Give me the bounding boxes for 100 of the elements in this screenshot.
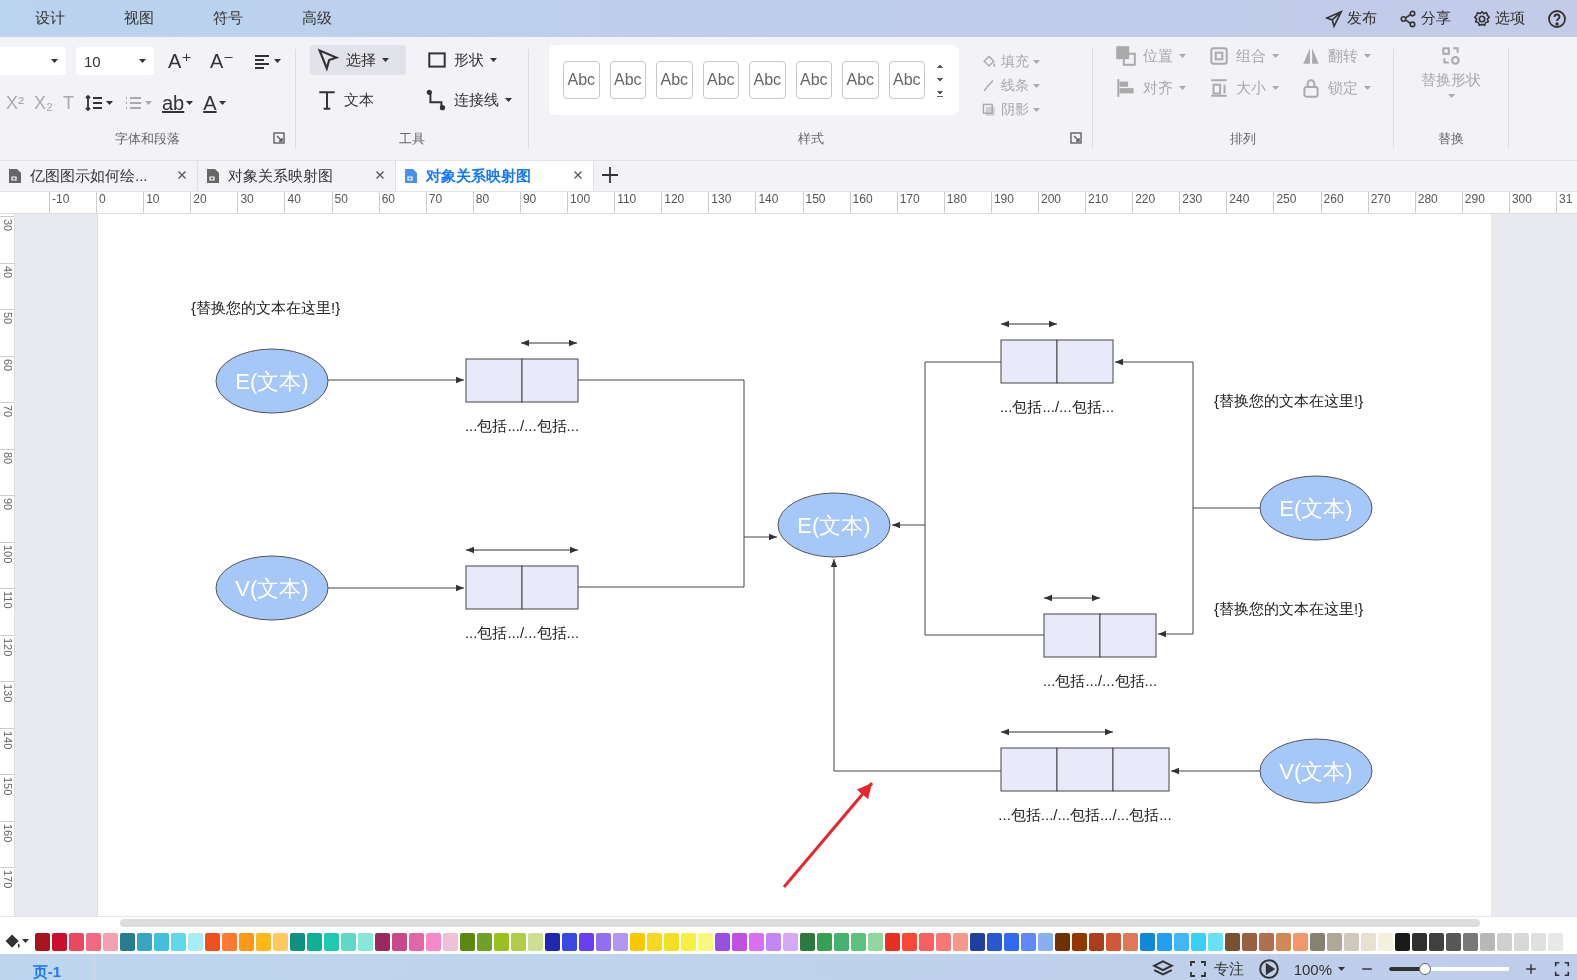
font-name-field[interactable] xyxy=(0,47,66,75)
menu-tab[interactable]: 高级 xyxy=(272,3,361,34)
color-swatch[interactable] xyxy=(749,932,764,951)
scrollbar-thumb[interactable] xyxy=(120,919,1480,927)
style-swatch[interactable]: Abc xyxy=(795,61,832,99)
color-swatch[interactable] xyxy=(103,932,118,951)
zoom-in-icon[interactable] xyxy=(1523,961,1539,977)
help-icon[interactable] xyxy=(1547,8,1567,29)
color-swatch[interactable] xyxy=(1344,932,1359,951)
color-swatch[interactable] xyxy=(1361,932,1376,951)
color-swatch[interactable] xyxy=(1004,932,1019,951)
color-swatch[interactable] xyxy=(817,932,832,951)
color-swatch[interactable] xyxy=(443,932,458,951)
color-swatch[interactable] xyxy=(647,932,662,951)
options-button[interactable]: 选项 xyxy=(1473,9,1525,28)
color-swatch[interactable] xyxy=(1174,932,1189,951)
tool-button[interactable]: 选择 xyxy=(310,45,406,75)
color-swatch[interactable] xyxy=(1531,932,1546,951)
color-swatch[interactable] xyxy=(1310,932,1325,951)
connector-icon[interactable] xyxy=(425,89,448,111)
fullscreen-icon[interactable] xyxy=(1553,960,1571,978)
color-swatch[interactable] xyxy=(222,932,237,951)
style-swatch[interactable]: Abc xyxy=(888,61,925,99)
menu-tab[interactable]: 视图 xyxy=(94,3,183,34)
color-swatch[interactable] xyxy=(1191,932,1206,951)
tool-button[interactable]: 连接线 xyxy=(419,85,528,115)
color-swatch[interactable] xyxy=(494,932,509,951)
style-swatch[interactable]: Abc xyxy=(656,61,693,99)
dialog-launcher-icon[interactable] xyxy=(273,132,285,144)
color-swatch[interactable] xyxy=(1463,932,1478,951)
color-swatch[interactable] xyxy=(681,932,696,951)
color-swatch[interactable] xyxy=(987,932,1002,951)
font-size-step-button[interactable]: A⁻ xyxy=(205,49,238,73)
color-swatch[interactable] xyxy=(426,932,441,951)
color-swatch[interactable] xyxy=(1157,932,1172,951)
color-swatch[interactable] xyxy=(460,932,475,951)
color-swatch[interactable] xyxy=(596,932,611,951)
style-swatch[interactable]: Abc xyxy=(609,61,646,99)
color-swatch[interactable] xyxy=(35,932,50,951)
color-swatch[interactable] xyxy=(1378,932,1393,951)
color-swatch[interactable] xyxy=(1038,932,1053,951)
share-button[interactable]: 分享 xyxy=(1399,9,1451,28)
color-swatch[interactable] xyxy=(562,932,577,951)
style-swatch[interactable]: Abc xyxy=(842,61,879,99)
dialog-launcher-icon[interactable] xyxy=(1070,132,1082,144)
color-swatch[interactable] xyxy=(154,932,169,951)
rectangle-icon[interactable] xyxy=(425,49,448,71)
color-swatch[interactable] xyxy=(613,932,628,951)
color-swatch[interactable] xyxy=(290,932,305,951)
color-swatch[interactable] xyxy=(1514,932,1529,951)
color-swatch[interactable] xyxy=(477,932,492,951)
color-swatch[interactable] xyxy=(732,932,747,951)
menu-tab[interactable]: 设计 xyxy=(5,3,94,34)
text-color-button[interactable]: ab xyxy=(158,91,198,115)
color-swatch[interactable] xyxy=(1072,932,1087,951)
color-swatch[interactable] xyxy=(1259,932,1274,951)
color-swatch[interactable] xyxy=(936,932,951,951)
style-swatch[interactable]: Abc xyxy=(702,61,739,99)
expand-icon[interactable] xyxy=(935,89,945,99)
color-swatch[interactable] xyxy=(800,932,815,951)
color-swatch[interactable] xyxy=(1106,932,1121,951)
color-swatch[interactable] xyxy=(1140,932,1155,951)
color-swatch[interactable] xyxy=(783,932,798,951)
color-swatch[interactable] xyxy=(205,932,220,951)
color-swatch[interactable] xyxy=(1327,932,1342,951)
color-swatch[interactable] xyxy=(1429,932,1444,951)
color-swatch[interactable] xyxy=(137,932,152,951)
color-swatch[interactable] xyxy=(307,932,322,951)
color-swatch[interactable] xyxy=(409,932,424,951)
color-swatch[interactable] xyxy=(579,932,594,951)
text-color-button[interactable]: A xyxy=(199,91,230,115)
menu-tab[interactable]: 符号 xyxy=(183,3,272,34)
document-tab[interactable]: 对象关系映射图 xyxy=(396,161,594,191)
color-swatch[interactable] xyxy=(188,932,203,951)
play-icon[interactable] xyxy=(1257,958,1280,980)
color-swatch[interactable] xyxy=(69,932,84,951)
color-swatch[interactable] xyxy=(392,932,407,951)
font-size-field[interactable]: 10 xyxy=(76,47,154,75)
color-swatch[interactable] xyxy=(86,932,101,951)
color-swatch[interactable] xyxy=(1242,932,1257,951)
tool-button[interactable]: 形状 xyxy=(419,45,528,75)
color-swatch[interactable] xyxy=(766,932,781,951)
color-swatch[interactable] xyxy=(528,932,543,951)
color-swatch[interactable] xyxy=(358,932,373,951)
color-swatch[interactable] xyxy=(1446,932,1461,951)
color-swatch[interactable] xyxy=(341,932,356,951)
color-swatch[interactable] xyxy=(953,932,968,951)
style-swatch[interactable]: Abc xyxy=(749,61,786,99)
color-swatch[interactable] xyxy=(970,932,985,951)
color-swatch[interactable] xyxy=(256,932,271,951)
color-swatch[interactable] xyxy=(239,932,254,951)
tool-button[interactable]: 文本 xyxy=(310,85,406,115)
style-swatch[interactable]: Abc xyxy=(563,61,600,99)
color-swatch[interactable] xyxy=(868,932,883,951)
focus-button[interactable]: 专注 xyxy=(1187,959,1244,979)
color-swatch[interactable] xyxy=(1055,932,1070,951)
color-swatch[interactable] xyxy=(171,932,186,951)
color-swatch[interactable] xyxy=(1276,932,1291,951)
color-swatch[interactable] xyxy=(1123,932,1138,951)
color-swatch[interactable] xyxy=(664,932,679,951)
